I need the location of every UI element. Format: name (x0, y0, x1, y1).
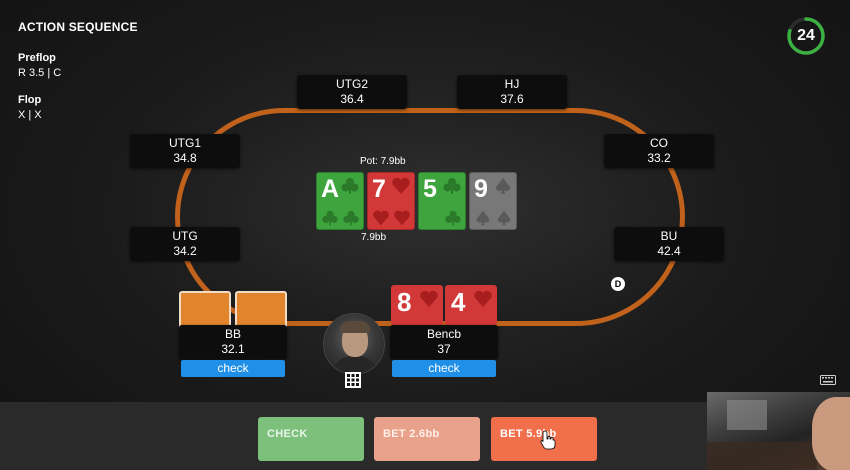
webcam-overlay (707, 392, 850, 470)
seat-position: UTG2 (335, 77, 368, 91)
board-card-3: 5 (418, 172, 466, 230)
seat-hero[interactable]: Bencb 37 (390, 325, 498, 359)
preflop-label: Preflop (18, 52, 56, 64)
bb-card-back (179, 291, 231, 329)
seat-stack: 42.4 (657, 244, 681, 258)
seat-stack: 34.8 (173, 151, 197, 165)
heart-suit-icon (474, 290, 492, 307)
seat-position: HJ (504, 77, 520, 91)
poker-trainer-app: ACTION SEQUENCE Preflop R 3.5 | C Flop X… (0, 0, 850, 470)
club-suit-icon (322, 210, 338, 226)
spade-suit-icon (497, 210, 511, 226)
seat-co[interactable]: CO 33.2 (604, 134, 714, 168)
flop-actions: X | X (18, 109, 42, 121)
seat-bu[interactable]: BU 42.4 (614, 227, 724, 261)
keyboard-icon[interactable] (820, 375, 836, 385)
heart-suit-icon (394, 210, 410, 226)
timer-value: 24 (797, 27, 815, 44)
seat-bb[interactable]: BB 32.1 (179, 325, 287, 359)
board-card-2: 7 (367, 172, 415, 230)
card-rank: 4 (451, 287, 466, 317)
seat-utg2[interactable]: UTG2 36.4 (297, 75, 407, 109)
bb-card-back (235, 291, 287, 329)
club-suit-icon (443, 178, 461, 194)
card-rank: 7 (372, 175, 386, 203)
seat-stack: 36.4 (340, 92, 364, 106)
flop-label: Flop (18, 94, 42, 106)
seat-position: BB (224, 327, 241, 341)
seat-stack: 37 (437, 342, 451, 356)
card-rank: 5 (423, 175, 437, 203)
seat-position: CO (650, 136, 668, 150)
seat-utg1[interactable]: UTG1 34.8 (130, 134, 240, 168)
pot-label: Pot: 7.9bb (360, 156, 406, 167)
spade-suit-icon (476, 210, 490, 226)
seat-position: Bencb (426, 327, 462, 341)
dealer-button: D (611, 277, 625, 291)
board-card-4: 9 (469, 172, 517, 230)
heart-suit-icon (392, 177, 410, 194)
heart-suit-icon (420, 290, 438, 307)
seat-stack: 32.1 (221, 342, 245, 356)
card-rank: A (321, 175, 340, 203)
player-avatar[interactable] (323, 313, 385, 375)
bb-action-badge: check (181, 360, 285, 377)
seat-stack: 37.6 (500, 92, 524, 106)
spade-suit-icon (495, 178, 511, 194)
seat-stack: 34.2 (173, 244, 197, 258)
hero-action-badge: check (392, 360, 496, 377)
heart-suit-icon (373, 210, 389, 226)
bet-small-button[interactable]: BET 2.6bb (374, 417, 480, 461)
check-button[interactable]: CHECK (258, 417, 364, 461)
board-card-1: A (316, 172, 364, 230)
seat-position: BU (660, 229, 678, 243)
seat-utg[interactable]: UTG 34.2 (130, 227, 240, 261)
pot-amount: 7.9bb (361, 232, 387, 243)
seat-position: UTG (172, 229, 198, 243)
club-suit-icon (445, 210, 461, 226)
action-sequence-title: ACTION SEQUENCE (18, 20, 138, 34)
hand-grid-icon[interactable] (345, 372, 361, 388)
card-rank: 9 (474, 175, 488, 203)
seat-hj[interactable]: HJ 37.6 (457, 75, 567, 109)
club-suit-icon (343, 210, 359, 226)
card-rank: 8 (397, 287, 412, 317)
club-suit-icon (341, 178, 359, 194)
hero-card-1: 8 (391, 285, 443, 325)
seat-stack: 33.2 (647, 151, 671, 165)
preflop-actions: R 3.5 | C (18, 67, 62, 79)
hero-card-2: 4 (445, 285, 497, 325)
seat-position: UTG1 (168, 136, 201, 150)
hand-pointer-icon (540, 430, 556, 450)
